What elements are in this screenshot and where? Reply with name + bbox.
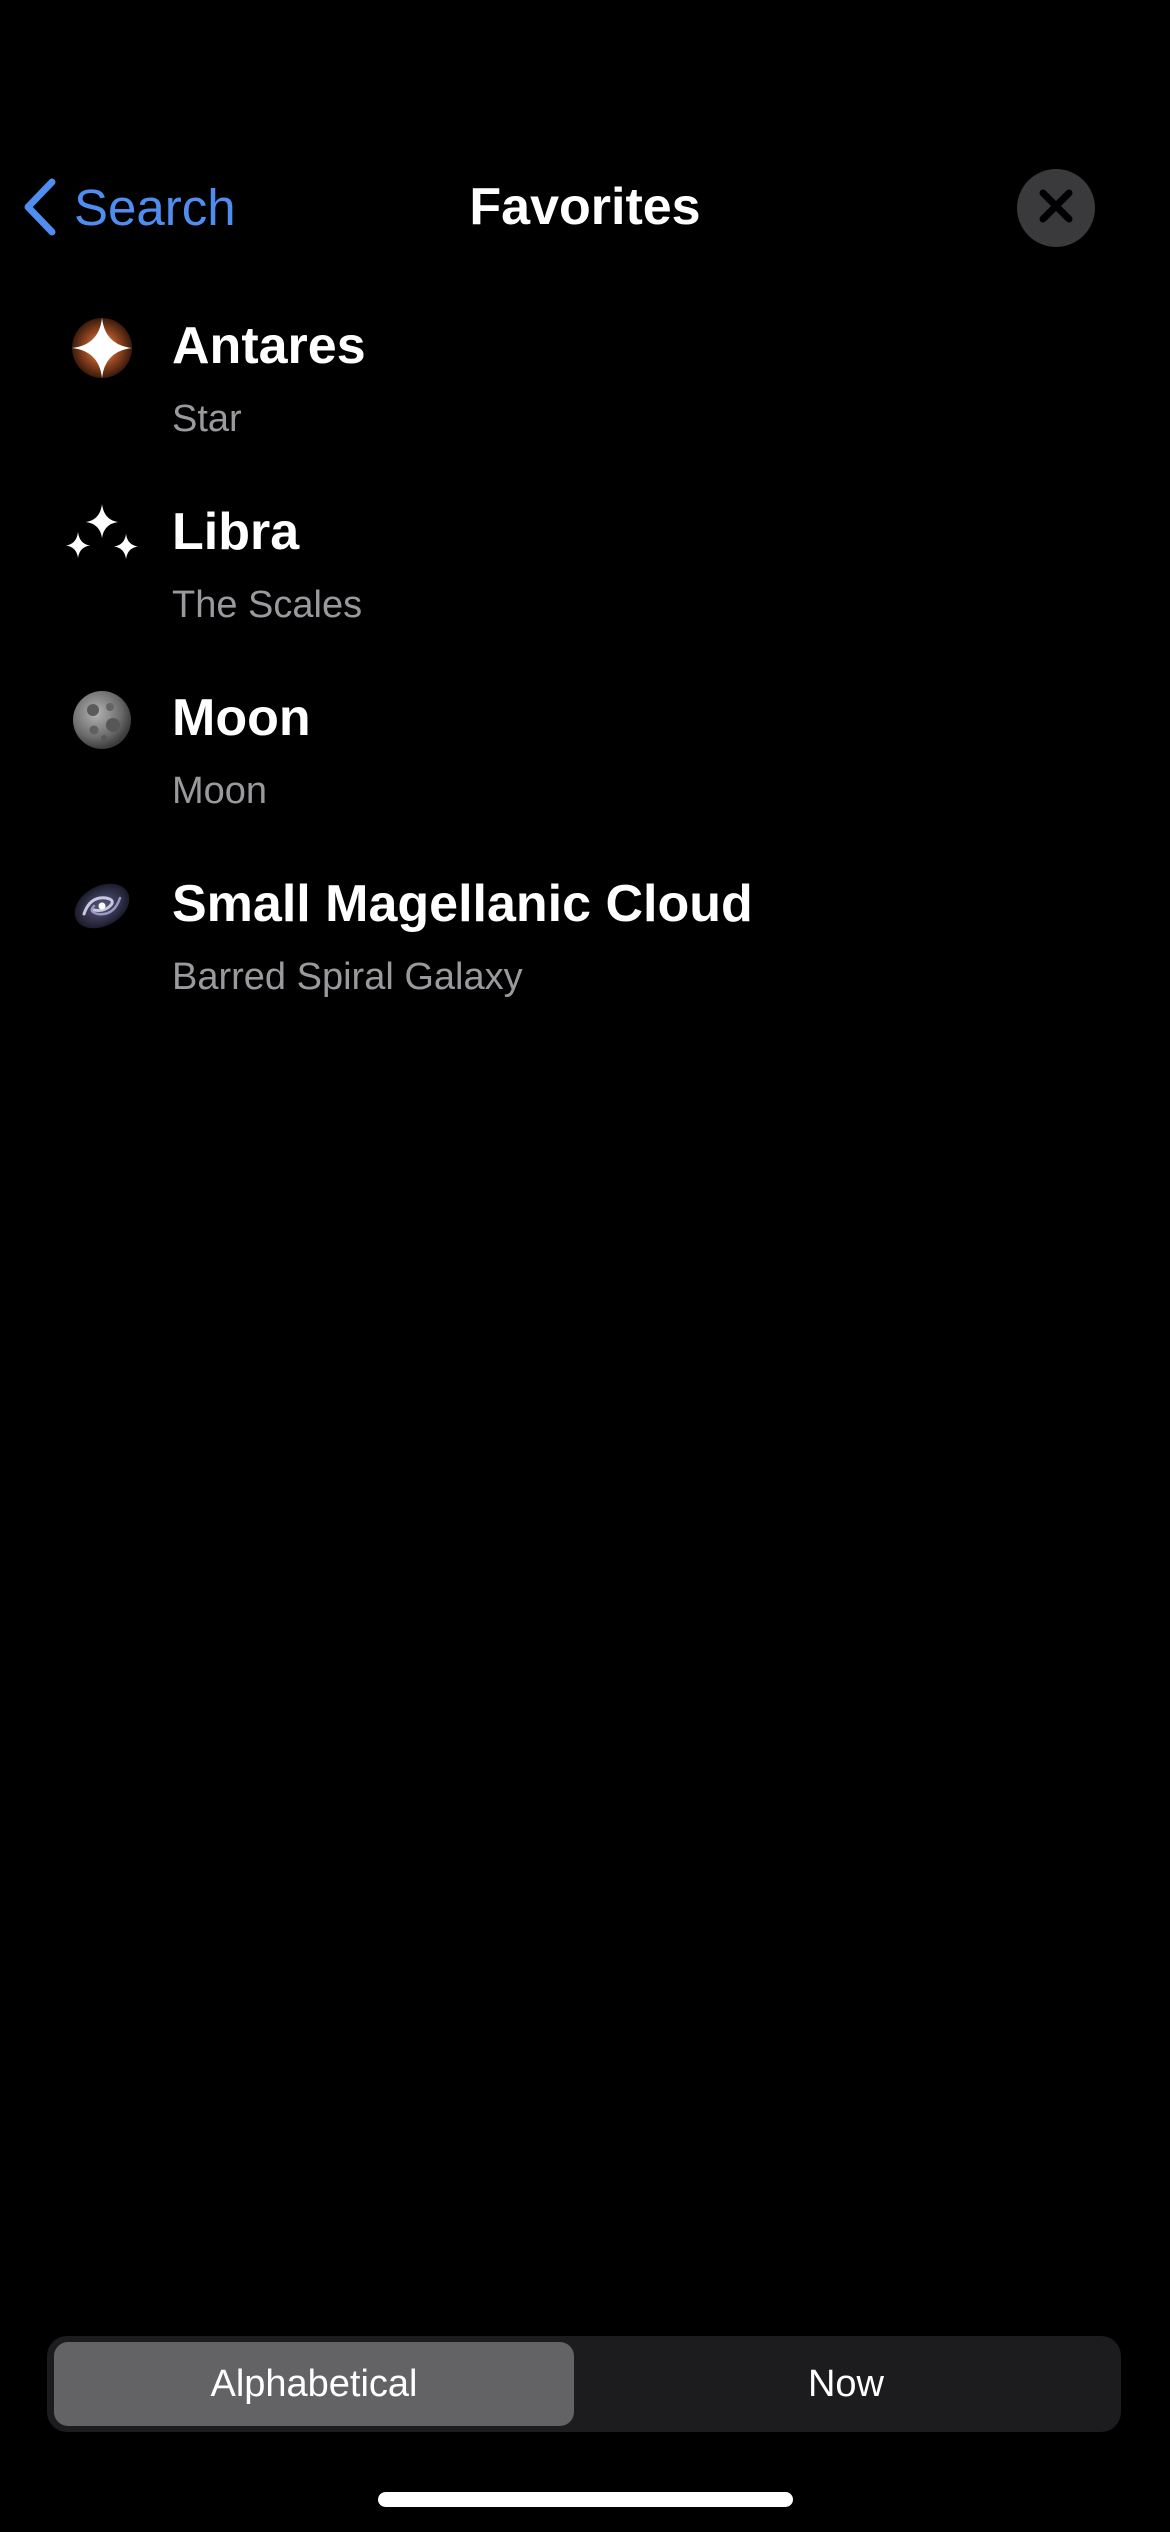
favorite-item-small-magellanic-cloud[interactable]: Small Magellanic Cloud Barred Spiral Gal… (0, 870, 1170, 1056)
segment-now[interactable]: Now (578, 2342, 1114, 2426)
close-button[interactable] (1017, 169, 1095, 247)
star-icon (70, 316, 134, 380)
favorite-title: Libra (172, 503, 300, 561)
page-title: Favorites (469, 178, 701, 236)
moon-icon (70, 688, 134, 752)
favorites-list: Antares Star Libra The Scales Moon Moon … (0, 312, 1170, 1056)
galaxy-icon (70, 874, 134, 938)
favorite-title: Small Magellanic Cloud (172, 875, 753, 933)
favorite-subtitle: Star (172, 398, 242, 440)
favorite-title: Antares (172, 317, 366, 375)
navigation-bar: Search Favorites (0, 150, 1170, 265)
sort-segmented-control: Alphabetical Now (47, 2336, 1121, 2432)
favorite-title: Moon (172, 689, 311, 747)
favorite-item-libra[interactable]: Libra The Scales (0, 498, 1170, 684)
segment-alphabetical[interactable]: Alphabetical (54, 2342, 574, 2426)
home-indicator (378, 2492, 793, 2507)
favorite-subtitle: Moon (172, 770, 268, 812)
favorite-subtitle: The Scales (172, 584, 363, 626)
constellation-icon (66, 502, 138, 566)
favorite-item-antares[interactable]: Antares Star (0, 312, 1170, 498)
favorite-item-moon[interactable]: Moon Moon (0, 684, 1170, 870)
close-icon (1038, 188, 1074, 229)
favorite-subtitle: Barred Spiral Galaxy (172, 956, 523, 998)
